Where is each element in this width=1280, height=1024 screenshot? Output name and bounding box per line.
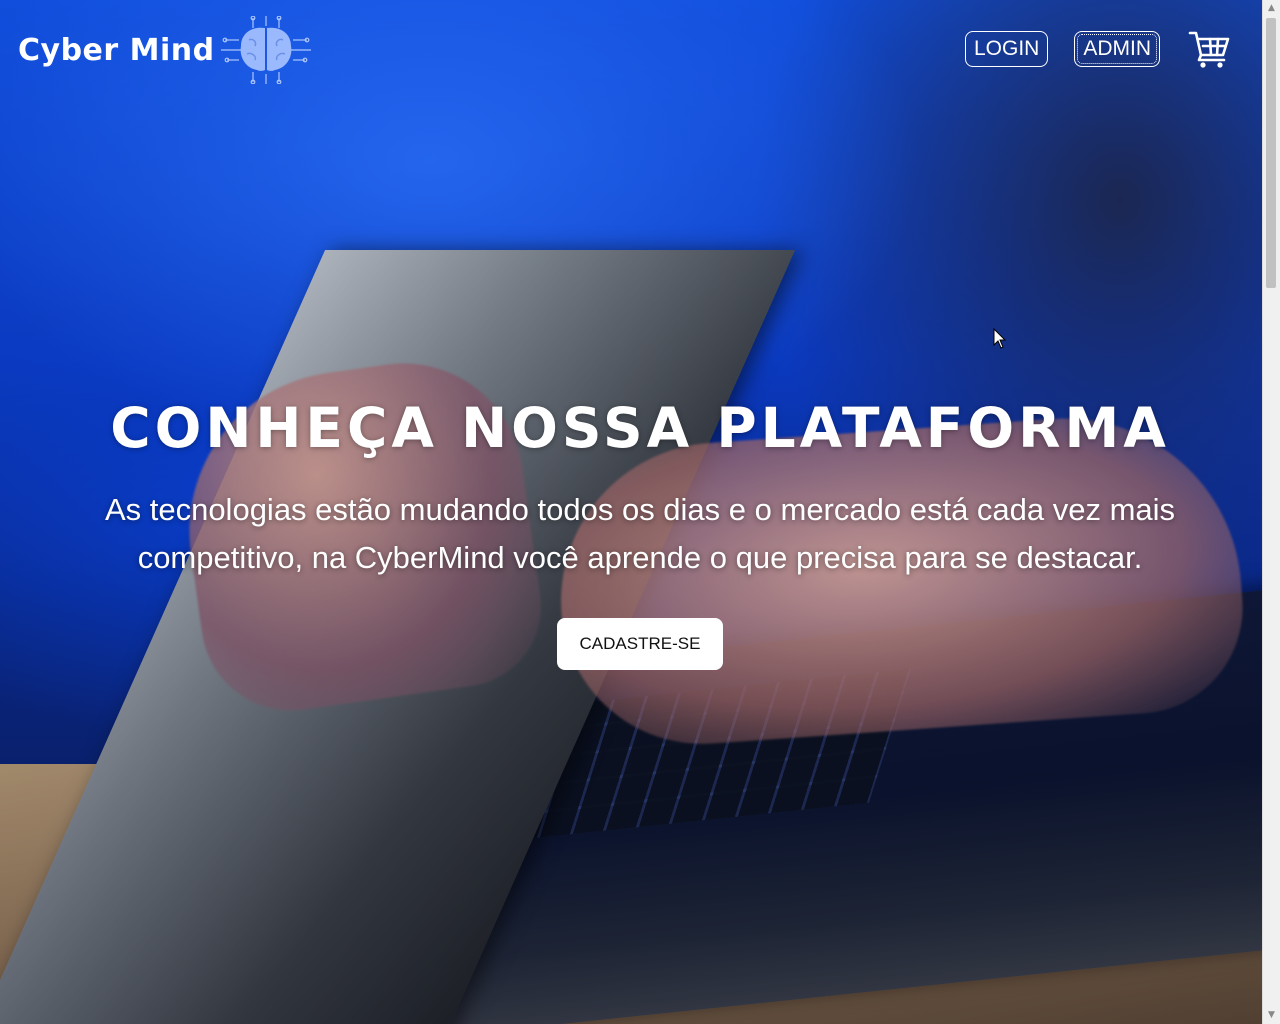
hero-subtitle: As tecnologias estão mudando todos os di…	[104, 492, 1176, 575]
vertical-scrollbar[interactable]: ▲ ▼	[1262, 0, 1280, 1024]
admin-button[interactable]: ADMIN	[1074, 31, 1160, 67]
site-header: Cyber Mind LOGIN ADMIN	[0, 0, 1280, 100]
brand-logo-link[interactable]: Cyber Mind	[18, 16, 311, 84]
scroll-down-arrow-icon[interactable]: ▼	[1263, 1007, 1280, 1024]
brand-name: Cyber Mind	[18, 32, 215, 68]
brain-circuit-icon	[220, 16, 311, 84]
hero-title: CONHEÇA NOSSA PLATAFORMA	[110, 396, 1170, 460]
header-nav: LOGIN ADMIN	[964, 29, 1230, 69]
signup-button[interactable]: CADASTRE-SE	[556, 618, 724, 670]
hero-section: CONHEÇA NOSSA PLATAFORMA As tecnologias …	[0, 390, 1280, 670]
mouse-cursor-icon	[993, 328, 1007, 349]
page: Cyber Mind LOGIN ADMIN CONHEÇA NOSSA PLA…	[0, 0, 1280, 1024]
scroll-up-arrow-icon[interactable]: ▲	[1263, 0, 1280, 17]
login-button[interactable]: LOGIN	[964, 31, 1049, 67]
scrollbar-thumb[interactable]	[1266, 18, 1276, 288]
shopping-cart-icon[interactable]	[1188, 29, 1230, 69]
